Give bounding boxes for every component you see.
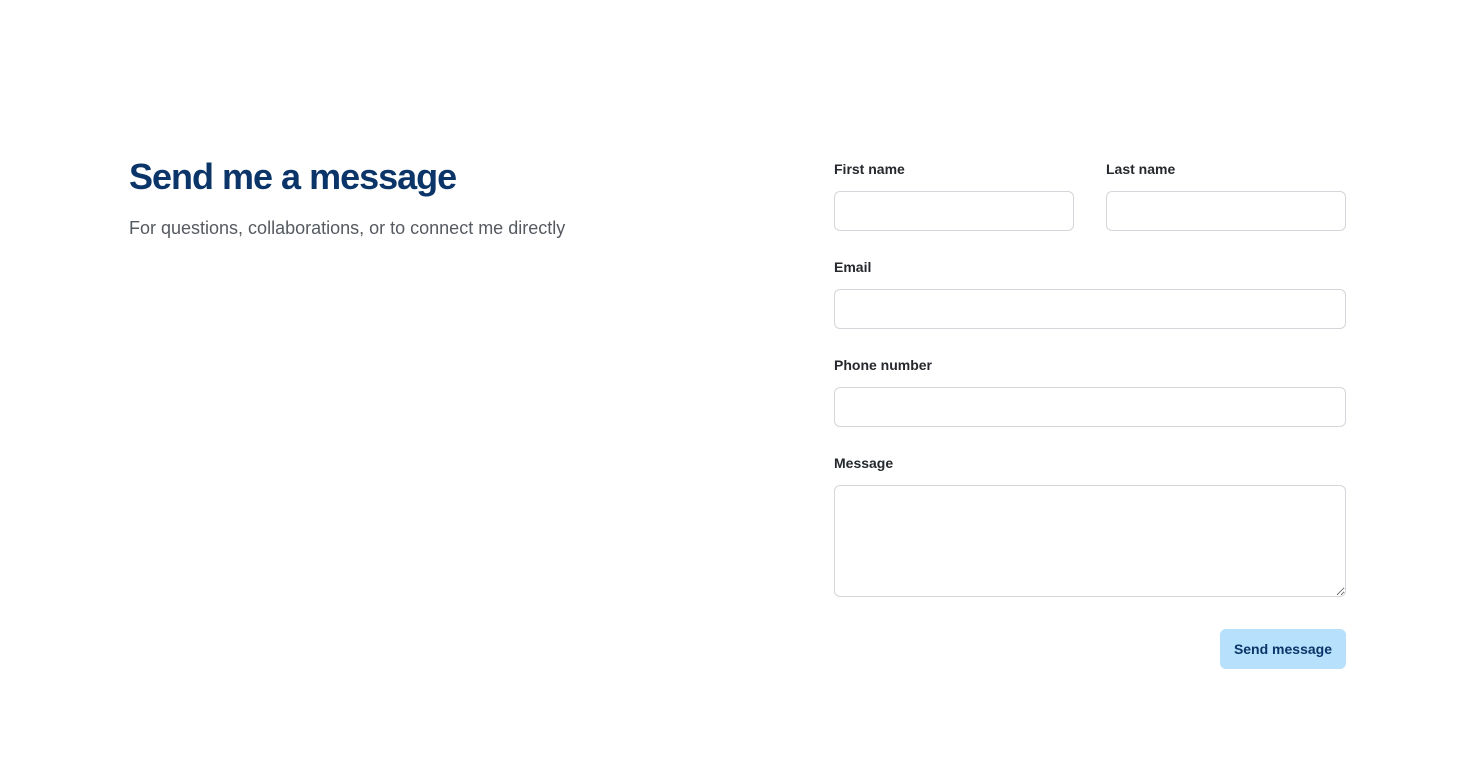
- phone-input[interactable]: [834, 387, 1346, 427]
- email-group: Email: [834, 258, 1346, 329]
- page-title: Send me a message: [129, 156, 457, 197]
- message-label: Message: [834, 455, 894, 471]
- phone-label: Phone number: [834, 357, 933, 373]
- contact-page: Send me a message For questions, collabo…: [0, 0, 1476, 760]
- email-label: Email: [834, 259, 872, 275]
- form-actions: Send message: [834, 629, 1346, 669]
- send-message-button[interactable]: Send message: [1219, 629, 1346, 669]
- last-name-input[interactable]: [1106, 191, 1346, 231]
- message-group: Message: [834, 454, 1346, 597]
- first-name-group: First name: [834, 160, 1074, 231]
- first-name-label: First name: [834, 161, 905, 177]
- intro-section: Send me a message For questions, collabo…: [129, 154, 689, 240]
- contact-form: First name Last name Email Phone number …: [834, 160, 1346, 669]
- phone-group: Phone number: [834, 356, 1346, 427]
- message-textarea[interactable]: [834, 485, 1346, 597]
- email-input[interactable]: [834, 289, 1346, 329]
- last-name-group: Last name: [1106, 160, 1346, 231]
- page-subtitle: For questions, collaborations, or to con…: [129, 218, 566, 238]
- name-row: First name Last name: [834, 160, 1346, 231]
- first-name-input[interactable]: [834, 191, 1074, 231]
- last-name-label: Last name: [1106, 161, 1176, 177]
